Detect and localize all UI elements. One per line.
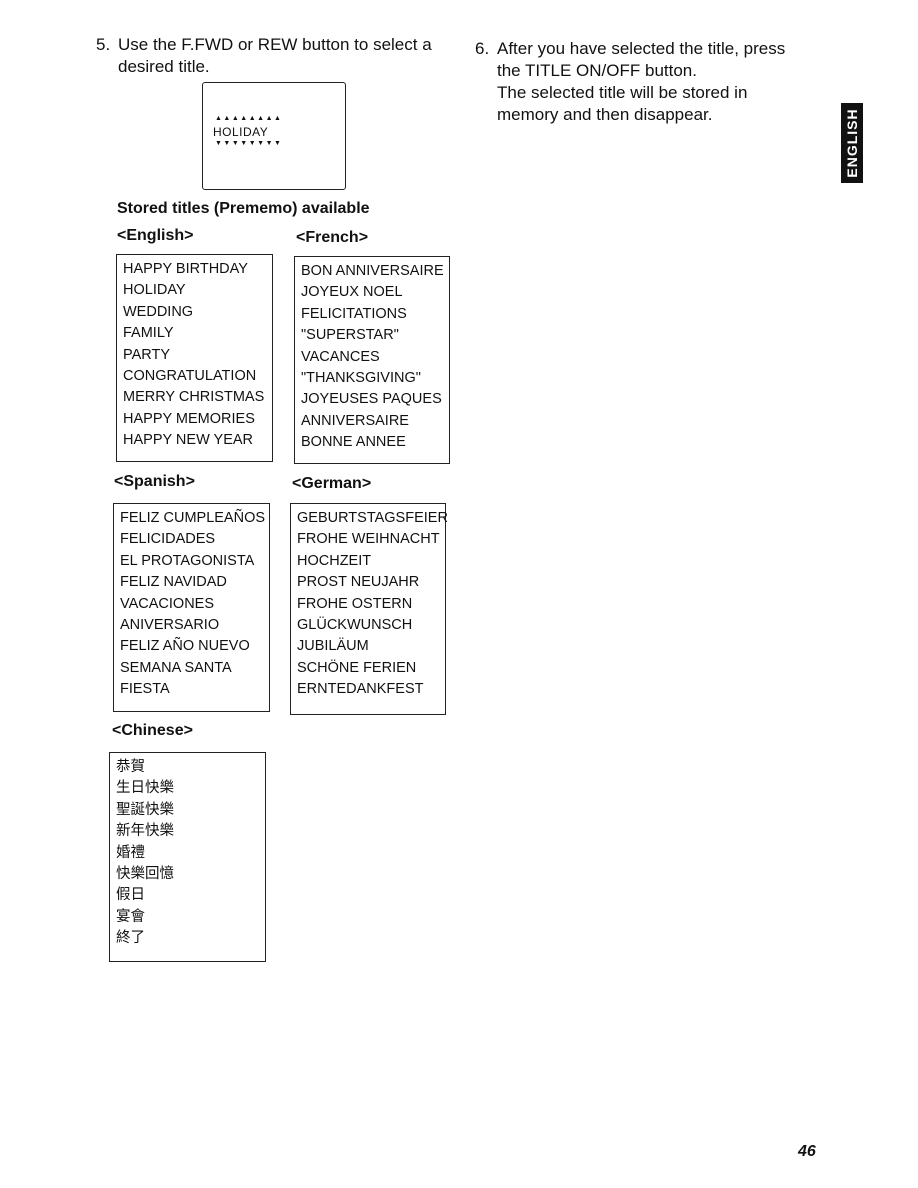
title-list-item: FROHE WEIHNACHT <box>297 531 440 548</box>
title-list-item: MERRY CHRISTMAS <box>123 389 265 406</box>
title-list-item: GEBURTSTAGSFEIER <box>297 510 448 526</box>
title-list-item: 恭賀 <box>116 759 145 775</box>
side-tab-label: ENGLISH <box>844 108 860 178</box>
title-list-item: GLÜCKWUNSCH <box>297 617 413 634</box>
step-text: After you have selected the title, press <box>497 39 786 58</box>
step-text: desired title. <box>118 57 210 76</box>
title-list-item: JOYEUX NOEL <box>301 284 403 301</box>
title-list-item: FELIZ AÑO NUEVO <box>120 638 250 655</box>
title-list-item: FELICITATIONS <box>301 305 407 322</box>
title-list-item: FELIZ CUMPLEAÑOS <box>120 510 266 526</box>
step-number: 6. <box>475 39 490 58</box>
title-list-item: 婚禮 <box>116 844 145 861</box>
chinese-heading: <Chinese> <box>112 722 193 739</box>
title-list-item: 終了 <box>116 930 145 947</box>
chinese-title-list: 恭賀生日快樂聖誕快樂新年快樂婚禮快樂回憶假日宴會終了 <box>109 752 266 962</box>
title-list-item: VACACIONES <box>120 595 215 612</box>
title-list-item: SEMANA SANTA <box>120 659 232 676</box>
title-list-item: CONGRATULATION <box>123 368 257 385</box>
title-list-item: HAPPY BIRTHDAY <box>123 261 248 277</box>
title-list-item: HAPPY NEW YEAR <box>123 432 254 449</box>
stored-titles-heading: Stored titles (Prememo) available <box>117 200 370 217</box>
title-list-item: 假日 <box>116 887 145 904</box>
spanish-heading: <Spanish> <box>114 473 195 490</box>
title-list-item: 快樂回憶 <box>116 866 174 883</box>
step-text: memory and then disappear. <box>497 105 713 124</box>
title-list-item: "THANKSGIVING" <box>301 370 421 387</box>
title-list-item: FELIZ NAVIDAD <box>120 574 227 591</box>
title-list-item: 聖誕快樂 <box>116 801 174 818</box>
step-6: 6. After you have selected the title, pr… <box>475 38 835 126</box>
title-list-item: EL PROTAGONISTA <box>120 552 255 569</box>
title-list-item: PARTY <box>123 346 171 363</box>
title-list-item: BON ANNIVERSAIRE <box>301 263 444 279</box>
title-list-item: HOLIDAY <box>123 282 186 299</box>
step-text: the TITLE ON/OFF button. <box>497 61 697 80</box>
title-list-item: JUBILÄUM <box>297 638 369 655</box>
title-list-item: VACANCES <box>301 348 380 365</box>
title-list-item: SCHÖNE FERIEN <box>297 659 417 676</box>
title-list-item: ANNIVERSAIRE <box>301 412 409 429</box>
english-title-list: HAPPY BIRTHDAY HOLIDAY WEDDING FAMILY PARTY C… <box>116 254 273 462</box>
spanish-title-list: FELIZ CUMPLEAÑOS FELICIDADES EL PROTAGONIS… <box>113 503 270 712</box>
language-side-tab: ENGLISH <box>841 103 863 183</box>
page-number: 46 <box>798 1143 816 1160</box>
title-list-item: FIESTA <box>120 681 170 698</box>
step-text: Use the F.FWD or REW button to select a <box>118 35 432 54</box>
german-heading: <German> <box>292 475 372 492</box>
title-list-item: WEDDING <box>123 303 194 320</box>
title-display-illustration: ▲▲▲▲▲▲▲▲ HOLIDAY ▼▼▼▼▼▼▼▼ <box>202 82 346 190</box>
title-list-item: FELICIDADES <box>120 531 216 548</box>
step-5: 5. Use the F.FWD or REW button to select… <box>96 34 466 78</box>
blink-markers-bottom: ▼▼▼▼▼▼▼▼ <box>215 140 283 147</box>
blink-markers-top: ▲▲▲▲▲▲▲▲ <box>215 115 283 122</box>
title-list-item: "SUPERSTAR" <box>301 327 399 344</box>
french-heading: <French> <box>296 229 369 246</box>
manual-page: 5. Use the F.FWD or REW button to select… <box>0 0 918 1188</box>
step-text: The selected title will be stored in <box>497 83 748 102</box>
title-list-item: HAPPY MEMORIES <box>123 410 255 427</box>
title-list-item: 新年快樂 <box>116 823 174 840</box>
french-title-list: BON ANNIVERSAIRE JOYEUX NOEL FELICITATIONS… <box>294 256 450 464</box>
title-list-item: FAMILY <box>123 325 174 342</box>
english-heading: <English> <box>117 227 194 244</box>
title-list-item: HOCHZEIT <box>297 552 372 569</box>
german-title-list: GEBURTSTAGSFEIER FROHE WEIHNACHT HOCHZEIT P… <box>290 503 448 715</box>
title-list-item: ANIVERSARIO <box>120 617 220 634</box>
display-title-text: HOLIDAY <box>213 125 269 139</box>
title-list-item: 生日快樂 <box>116 780 174 797</box>
step-number: 5. <box>96 35 111 54</box>
title-list-item: ERNTEDANKFEST <box>297 681 424 698</box>
title-list-item: BONNE ANNEE <box>301 434 406 451</box>
title-list-item: PROST NEUJAHR <box>297 574 420 591</box>
title-list-item: JOYEUSES PAQUES <box>301 391 442 408</box>
title-list-item: FROHE OSTERN <box>297 595 413 612</box>
title-list-item: 宴會 <box>116 908 145 925</box>
